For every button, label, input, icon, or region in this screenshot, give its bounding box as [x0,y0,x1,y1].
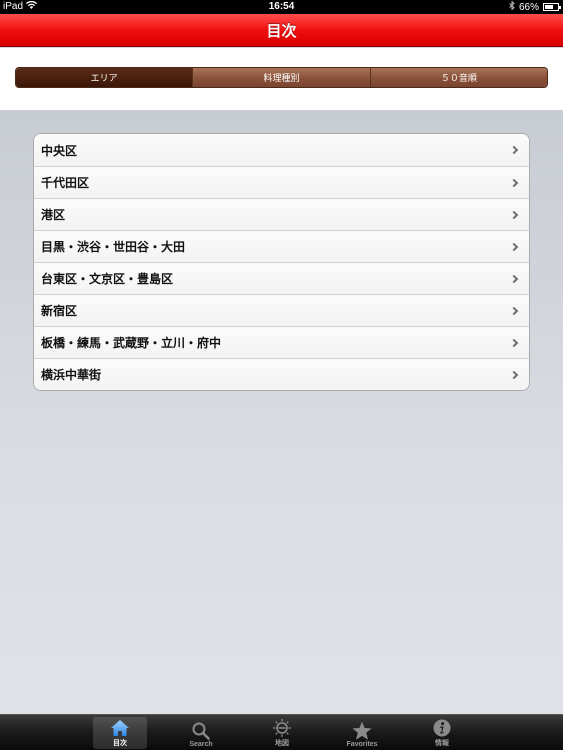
search-icon [191,721,211,741]
star-icon [351,721,373,741]
tab-info[interactable]: 情報 [415,717,469,749]
list-item-label: 目黒・渋谷・世田谷・大田 [41,240,186,254]
list-item-meguro-shibuya[interactable]: 目黒・渋谷・世田谷・大田 [34,230,529,262]
list-item-minato[interactable]: 港区 [34,198,529,230]
list-item-itabashi-nerima[interactable]: 板橋・練馬・武蔵野・立川・府中 [34,326,529,358]
battery-icon [543,3,561,11]
bluetooth-icon [509,0,515,13]
list-item-chiyoda[interactable]: 千代田区 [34,166,529,198]
chevron-right-icon [509,242,519,251]
content-area: 中央区 千代田区 港区 目黒・渋谷・世田谷・大田 台東区・文京区・豊島区 新宿区… [0,110,563,714]
tab-label: Favorites [346,741,378,748]
list-item-label: 千代田区 [41,176,90,190]
tab-label: 情報 [435,740,449,747]
tab-search[interactable]: Search [174,717,228,749]
status-time: 16:54 [268,1,295,12]
segment-alphabetical-tab[interactable]: ５０音順 [369,68,547,87]
tab-label: Search [189,741,213,748]
tab-bar: 目次 Search 地図 Favorites 情報 [0,714,563,750]
segment-cuisine-tab[interactable]: 料理種別 [192,68,370,87]
list-item-taito-bunkyo[interactable]: 台東区・文京区・豊島区 [34,262,529,294]
tab-label: 地図 [275,740,289,747]
status-bar: iPad 16:54 66% [0,0,563,14]
map-icon [271,718,293,738]
chevron-right-icon [509,274,519,283]
chevron-right-icon [509,306,519,315]
battery-percent: 66% [518,1,539,13]
chevron-right-icon [509,338,519,347]
list-item-label: 中央区 [41,143,78,158]
info-icon [432,718,452,738]
tab-contents[interactable]: 目次 [93,717,147,749]
chevron-right-icon [509,210,519,219]
page-title: 目次 [266,21,297,40]
status-right: 66% [509,0,561,13]
segmented-control: エリア 料理種別 ５０音順 [15,67,548,88]
navigation-bar: 目次 [0,14,563,47]
list-item-chuo[interactable]: 中央区 [34,134,529,166]
chevron-right-icon [509,370,519,379]
tab-label: 目次 [113,740,127,747]
tab-favorites[interactable]: Favorites [335,717,389,749]
chevron-right-icon [509,145,519,155]
list-item-label: 横浜中華街 [41,368,102,382]
list-item-label: 新宿区 [41,304,78,318]
segment-area: エリア 料理種別 ５０音順 [0,48,563,110]
area-list: 中央区 千代田区 港区 目黒・渋谷・世田谷・大田 台東区・文京区・豊島区 新宿区… [33,133,530,391]
segment-area-tab[interactable]: エリア [16,68,193,87]
list-item-label: 港区 [41,208,66,222]
chevron-right-icon [509,178,519,187]
list-item-shinjuku[interactable]: 新宿区 [34,294,529,326]
list-item-label: 台東区・文京区・豊島区 [41,272,174,286]
home-icon [110,718,130,738]
list-item-label: 板橋・練馬・武蔵野・立川・府中 [41,336,222,350]
list-item-yokohama-chinatown[interactable]: 横浜中華街 [34,358,529,390]
tab-map[interactable]: 地図 [255,717,309,749]
